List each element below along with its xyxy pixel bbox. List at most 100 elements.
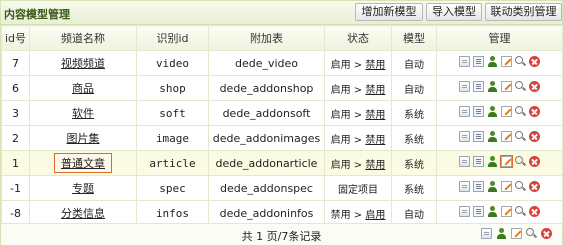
user-icon[interactable]	[487, 156, 498, 167]
edit-icon[interactable]	[501, 131, 512, 142]
cell-id: 2	[1, 125, 30, 151]
zoom-icon[interactable]	[515, 181, 526, 192]
zoom-icon[interactable]	[515, 106, 526, 117]
user-icon[interactable]	[496, 228, 507, 239]
toolbar: 内容模型管理 增加新模型 导入模型 联动类别管理	[1, 1, 562, 25]
status-text: 禁用 >	[330, 209, 366, 221]
footer-actions	[481, 228, 552, 239]
page-icon[interactable]	[459, 181, 470, 192]
channel-name-link[interactable]: 分类信息	[61, 207, 105, 220]
import-model-button[interactable]: 导入模型	[426, 3, 482, 21]
cell-nid: soft	[136, 100, 209, 126]
cell-actions	[436, 150, 563, 176]
status-text: 启用 >	[330, 134, 366, 146]
channel-name-link[interactable]: 商品	[72, 82, 94, 95]
edit-icon[interactable]	[501, 81, 512, 92]
zoom-icon[interactable]	[526, 228, 537, 239]
edit-icon[interactable]	[501, 56, 512, 67]
delete-icon[interactable]	[529, 81, 540, 92]
cell-table: dede_addonspec	[208, 175, 325, 201]
user-icon[interactable]	[487, 131, 498, 142]
zoom-icon[interactable]	[515, 156, 526, 167]
edit-icon[interactable]	[501, 181, 512, 192]
page-icon[interactable]	[481, 228, 492, 239]
channel-name-link[interactable]: 软件	[72, 107, 94, 120]
list-icon[interactable]	[473, 106, 484, 117]
model-table: id号 频道名称 识别id 附加表 状态 模型 管理 7 视频频道 video ded…	[1, 25, 563, 226]
list-icon[interactable]	[473, 206, 484, 217]
cell-table: dede_video	[208, 50, 325, 76]
zoom-icon[interactable]	[515, 56, 526, 67]
user-icon[interactable]	[487, 56, 498, 67]
cell-actions	[436, 100, 563, 126]
add-model-button[interactable]: 增加新模型	[355, 3, 423, 21]
page-icon[interactable]	[459, 56, 470, 67]
user-icon[interactable]	[487, 206, 498, 217]
table-header: id号 频道名称 识别id 附加表 状态 模型 管理	[1, 25, 563, 51]
channel-name-link[interactable]: 视频频道	[61, 57, 105, 70]
status-toggle-link[interactable]: 禁用	[365, 85, 385, 96]
list-icon[interactable]	[473, 81, 484, 92]
delete-icon[interactable]	[529, 156, 540, 167]
cell-table: dede_addonshop	[208, 75, 325, 101]
delete-icon[interactable]	[529, 106, 540, 117]
delete-icon[interactable]	[529, 131, 540, 142]
page-icon[interactable]	[459, 106, 470, 117]
status-toggle-link[interactable]: 禁用	[365, 110, 385, 121]
table-row: 3 软件 soft dede_addonsoft 启用 > 禁用 系统	[1, 100, 563, 126]
list-icon[interactable]	[473, 131, 484, 142]
cell-nid: article	[136, 150, 209, 176]
cell-actions	[436, 175, 563, 201]
status-toggle-link[interactable]: 禁用	[365, 60, 385, 71]
status-text: 启用 >	[330, 109, 366, 121]
delete-icon[interactable]	[529, 56, 540, 67]
cell-table: dede_addonarticle	[208, 150, 325, 176]
col-id: id号	[1, 25, 30, 51]
user-icon[interactable]	[487, 81, 498, 92]
cell-id: 6	[1, 75, 30, 101]
channel-name-link[interactable]: 图片集	[67, 132, 100, 145]
edit-icon[interactable]	[500, 155, 513, 168]
delete-icon[interactable]	[529, 206, 540, 217]
cell-table: dede_addoninfos	[208, 200, 325, 226]
table-row: 1 普通文章 article dede_addonarticle 启用 > 禁用 系统	[1, 150, 563, 176]
cell-actions	[436, 75, 563, 101]
channel-name-link[interactable]: 专题	[72, 182, 94, 195]
zoom-icon[interactable]	[515, 206, 526, 217]
col-name: 频道名称	[29, 25, 137, 51]
list-icon[interactable]	[473, 56, 484, 67]
cell-type: 系统	[391, 175, 437, 201]
cell-status: 固定项目	[324, 175, 392, 201]
delete-icon[interactable]	[529, 181, 540, 192]
pagination-footer: 共 1 页/7条记录	[1, 223, 562, 245]
edit-icon[interactable]	[501, 206, 512, 217]
status-text: 启用 >	[330, 59, 366, 71]
status-text: 启用 >	[330, 84, 366, 96]
list-icon[interactable]	[473, 156, 484, 167]
edit-icon[interactable]	[511, 228, 522, 239]
status-toggle-link[interactable]: 启用	[365, 210, 385, 221]
zoom-icon[interactable]	[515, 131, 526, 142]
linkage-category-button[interactable]: 联动类别管理	[485, 3, 562, 21]
cell-id: -8	[1, 200, 30, 226]
delete-icon[interactable]	[541, 228, 552, 239]
status-toggle-link[interactable]: 禁用	[365, 160, 385, 171]
user-icon[interactable]	[487, 106, 498, 117]
cell-nid: video	[136, 50, 209, 76]
cell-name: 视频频道	[29, 50, 137, 76]
channel-name-link[interactable]: 普通文章	[54, 153, 112, 173]
page-icon[interactable]	[459, 131, 470, 142]
page-icon[interactable]	[459, 81, 470, 92]
page-icon[interactable]	[459, 156, 470, 167]
list-icon[interactable]	[473, 181, 484, 192]
edit-icon[interactable]	[501, 106, 512, 117]
col-table: 附加表	[208, 25, 325, 51]
table-row: 7 视频频道 video dede_video 启用 > 禁用 自动	[1, 50, 563, 76]
zoom-icon[interactable]	[515, 81, 526, 92]
cell-type: 自动	[391, 200, 437, 226]
page-icon[interactable]	[459, 206, 470, 217]
cell-id: 3	[1, 100, 30, 126]
status-toggle-link[interactable]: 禁用	[365, 135, 385, 146]
user-icon[interactable]	[487, 181, 498, 192]
cell-nid: shop	[136, 75, 209, 101]
